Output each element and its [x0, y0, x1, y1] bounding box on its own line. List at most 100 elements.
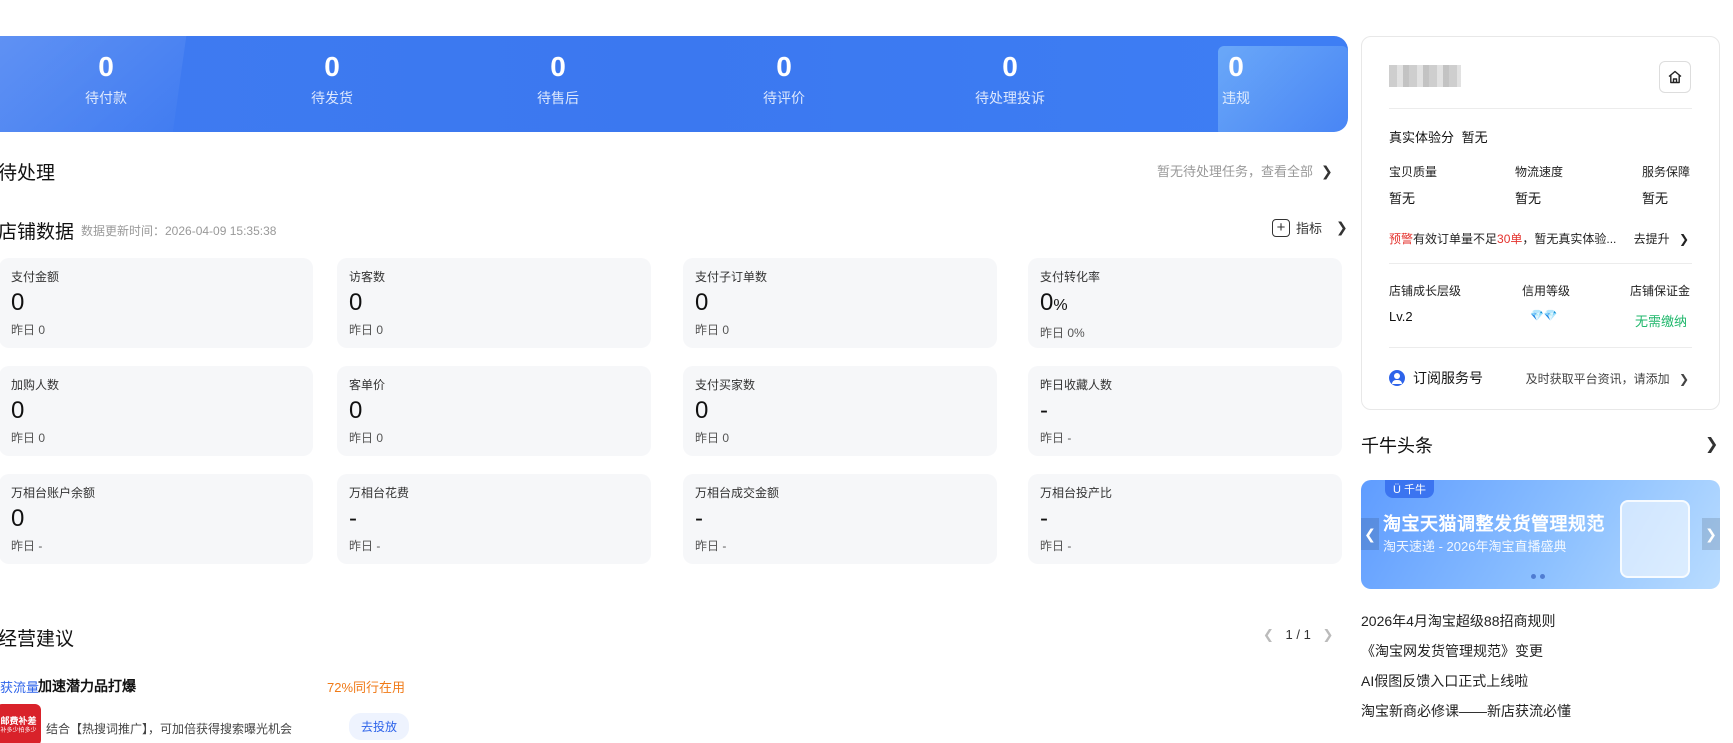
stat-label: 待售后: [537, 90, 579, 106]
metric-label: 万相台投产比: [1040, 486, 1113, 500]
metric-card[interactable]: 客单价 0 昨日 0: [337, 366, 651, 456]
pending-link-text: 暂无待处理任务，查看全部: [1157, 164, 1314, 179]
warning-text-tail: ，暂无真实体验...: [1522, 232, 1617, 246]
metric-value: 0: [349, 397, 639, 425]
score-value: 暂无: [1642, 191, 1669, 206]
advice-peer-usage: 72%同行在用: [327, 680, 406, 695]
thumb-subtext: 补多少拍多少: [0, 728, 37, 734]
metric-card[interactable]: 支付金额 0 昨日 0: [0, 258, 313, 348]
metric-card[interactable]: 昨日收藏人数 - 昨日 -: [1028, 366, 1342, 456]
subscribe-service-account[interactable]: 订阅服务号: [1389, 368, 1483, 388]
headlines-title: 千牛头条: [1361, 436, 1433, 456]
metric-value: 0: [695, 289, 985, 317]
metric-label: 加购人数: [11, 378, 60, 392]
metric-settings-button[interactable]: + 指标 ❯: [1272, 218, 1348, 237]
metric-yesterday: 昨日 -: [349, 539, 381, 553]
advice-description: 结合【热搜词推广】，可加倍获得搜索曝光机会: [46, 722, 293, 736]
stat-label: 违规: [1222, 90, 1250, 106]
metric-number: 0: [1040, 289, 1054, 316]
improve-link[interactable]: 去提升 ❯: [1634, 230, 1689, 247]
pending-view-all-link[interactable]: 暂无待处理任务，查看全部 ❯: [1157, 161, 1333, 180]
stat-label: 待发货: [311, 90, 353, 106]
stat-pending-payment[interactable]: 0 待付款: [26, 50, 186, 108]
stat-value: 0: [776, 51, 792, 82]
stat-label: 待评价: [763, 90, 805, 106]
metric-number: -: [1040, 505, 1048, 532]
metric-number: -: [349, 505, 357, 532]
metric-card[interactable]: 万相台花费 - 昨日 -: [337, 474, 651, 564]
headline-item[interactable]: AI假图反馈入口正式上线啦: [1361, 671, 1720, 691]
pending-title: 待处理: [0, 163, 56, 184]
stat-value: 0: [550, 51, 566, 82]
level-value[interactable]: Lv.2: [1389, 309, 1413, 324]
subscribe-hint-link[interactable]: 及时获取平台资讯，请添加 ❯: [1526, 370, 1689, 387]
banner-subtitle: 淘天速递 - 2026年淘宝直播盛典: [1383, 539, 1567, 554]
metric-card[interactable]: 支付子订单数 0 昨日 0: [683, 258, 997, 348]
document-illustration-icon: [1620, 500, 1690, 578]
score-label: 服务保障: [1642, 165, 1691, 179]
carousel-prev-icon[interactable]: ❮: [1361, 518, 1379, 550]
subscribe-label: 订阅服务号: [1413, 370, 1483, 386]
headline-item[interactable]: 2026年4月淘宝超级88招商规则: [1361, 611, 1720, 631]
headline-item[interactable]: 《淘宝网发货管理规范》变更: [1361, 641, 1720, 661]
shop-home-button[interactable]: [1659, 61, 1691, 93]
metric-number: 0: [349, 397, 363, 424]
stat-violations[interactable]: 0 违规: [1156, 50, 1316, 108]
subscribe-hint: 及时获取平台资讯，请添加: [1525, 372, 1670, 386]
shop-data-title: 店铺数据: [0, 222, 75, 243]
level-value[interactable]: 无需缴纳: [1635, 311, 1687, 330]
score-value: 暂无: [1389, 191, 1416, 206]
carousel-next-icon[interactable]: ❯: [1702, 518, 1720, 550]
advice-pager: ❮ 1 / 1 ❯: [1263, 627, 1333, 643]
stat-after-sales[interactable]: 0 待售后: [478, 50, 638, 108]
level-label: 店铺保证金: [1630, 284, 1691, 298]
chevron-right-icon: ❯: [1321, 163, 1333, 179]
advice-launch-button[interactable]: 去投放: [349, 713, 410, 740]
order-stats-banner: 0 待付款 0 待发货 0 待售后 0 待评价 0 待处理投诉 0 违规: [0, 36, 1348, 132]
metric-yesterday: 昨日 -: [11, 539, 43, 553]
metric-value: 0: [11, 505, 301, 533]
stat-complaints[interactable]: 0 待处理投诉: [930, 50, 1090, 108]
metric-number: 0: [11, 505, 25, 532]
score-label: 宝贝质量: [1389, 165, 1438, 179]
metric-card[interactable]: 加购人数 0 昨日 0: [0, 366, 313, 456]
stat-value: 0: [98, 51, 114, 82]
metric-number: 0: [349, 289, 363, 316]
metric-yesterday: 昨日 -: [695, 539, 727, 553]
experience-score: 真实体验分 暂无: [1389, 127, 1488, 146]
metric-label: 访客数: [349, 270, 386, 284]
metric-label: 万相台花费: [349, 486, 410, 500]
stat-pending-review[interactable]: 0 待评价: [704, 50, 864, 108]
headline-item[interactable]: 淘宝新商必修课——新店获流必懂: [1361, 701, 1720, 721]
stat-pending-shipment[interactable]: 0 待发货: [252, 50, 412, 108]
metric-yesterday: 昨日 0: [695, 323, 730, 337]
chevron-right-icon: ❯: [1678, 232, 1689, 246]
chevron-right-icon[interactable]: ❯: [1705, 434, 1718, 454]
warning-text: 有效订单量不足: [1413, 232, 1498, 246]
stat-label: 待付款: [85, 90, 127, 106]
metric-card[interactable]: 支付买家数 0 昨日 0: [683, 366, 997, 456]
headlines-carousel[interactable]: Ü 千牛 淘宝天猫调整发货管理规范 淘天速递 - 2026年淘宝直播盛典 ❮ ❯: [1361, 480, 1720, 589]
metric-yesterday: 昨日 -: [1040, 431, 1072, 445]
score-label: 物流速度: [1515, 165, 1564, 179]
stat-value: 0: [324, 51, 340, 82]
metric-label: 支付子订单数: [695, 270, 768, 284]
next-page-icon[interactable]: ❯: [1322, 627, 1333, 642]
metric-value: 0: [695, 397, 985, 425]
metric-label: 支付买家数: [695, 378, 756, 392]
metric-card[interactable]: 万相台投产比 - 昨日 -: [1028, 474, 1342, 564]
metric-yesterday: 昨日 -: [1040, 539, 1072, 553]
metric-card[interactable]: 访客数 0 昨日 0: [337, 258, 651, 348]
prev-page-icon[interactable]: ❮: [1263, 627, 1274, 642]
metric-number: -: [695, 505, 703, 532]
warning-tag: 预警: [1389, 232, 1414, 246]
metric-number: 0: [695, 397, 709, 424]
improve-label: 去提升: [1633, 232, 1670, 246]
diamond-icon[interactable]: 💎💎: [1530, 309, 1557, 322]
advice-thumbnail: 邮费补差 补多少拍多少: [0, 704, 41, 743]
home-icon: [1668, 70, 1682, 84]
metric-card[interactable]: 支付转化率 0% 昨日 0%: [1028, 258, 1342, 348]
metric-card[interactable]: 万相台账户余额 0 昨日 -: [0, 474, 313, 564]
metric-value: 0: [11, 397, 301, 425]
metric-card[interactable]: 万相台成交金额 - 昨日 -: [683, 474, 997, 564]
